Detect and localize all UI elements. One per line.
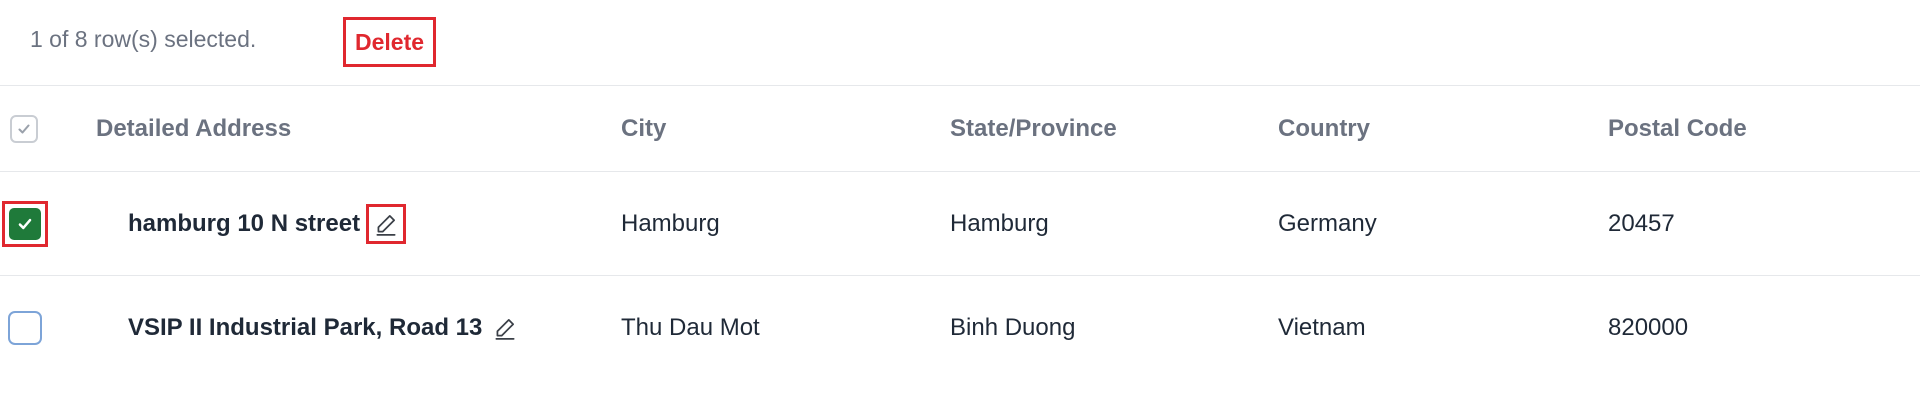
postal-code-cell: 20457 [1608, 209, 1675, 237]
city-cell: Thu Dau Mot [621, 314, 760, 341]
postal-code-cell: 820000 [1608, 314, 1689, 341]
pencil-icon [495, 319, 515, 340]
column-header-country[interactable]: Country [1278, 86, 1370, 171]
address-table-page: 1 of 8 row(s) selected. Delete Detailed … [0, 0, 1920, 407]
country-cell: Germany [1278, 209, 1377, 237]
column-header-city[interactable]: City [621, 86, 666, 171]
edit-address-button[interactable] [492, 315, 518, 341]
state-cell: Hamburg [950, 209, 1049, 237]
address-table: Detailed Address City State/Province Cou… [0, 86, 1920, 380]
selection-toolbar: 1 of 8 row(s) selected. Delete [0, 0, 1920, 86]
address-text: hamburg 10 N street [128, 209, 361, 237]
check-icon [18, 218, 32, 229]
table-row[interactable]: VSIP II Industrial Park, Road 13 Thu Dau… [0, 276, 1920, 380]
column-header-state[interactable]: State/Province [950, 86, 1117, 171]
row-checkbox-highlight [2, 200, 48, 247]
delete-button[interactable]: Delete [343, 17, 437, 67]
table-row[interactable]: hamburg 10 N street Hamburg Hamburg Germ… [0, 172, 1920, 276]
table-header-row: Detailed Address City State/Province Cou… [0, 86, 1920, 172]
edit-address-button[interactable] [366, 203, 407, 244]
check-icon [18, 124, 30, 133]
address-cell: hamburg 10 N street [128, 172, 407, 275]
country-cell: Vietnam [1278, 314, 1366, 341]
selection-count: 1 of 8 row(s) selected. [30, 26, 257, 52]
address-cell: VSIP II Industrial Park, Road 13 [128, 276, 518, 380]
column-header-address[interactable]: Detailed Address [96, 86, 291, 171]
state-cell: Binh Duong [950, 314, 1076, 341]
column-header-postal-code[interactable]: Postal Code [1608, 86, 1747, 171]
address-text: VSIP II Industrial Park, Road 13 [128, 314, 483, 341]
city-cell: Hamburg [621, 209, 720, 237]
select-all-checkbox[interactable] [10, 114, 38, 143]
pencil-icon [376, 214, 396, 236]
row-checkbox[interactable] [8, 311, 42, 345]
row-checkbox[interactable] [9, 207, 41, 240]
